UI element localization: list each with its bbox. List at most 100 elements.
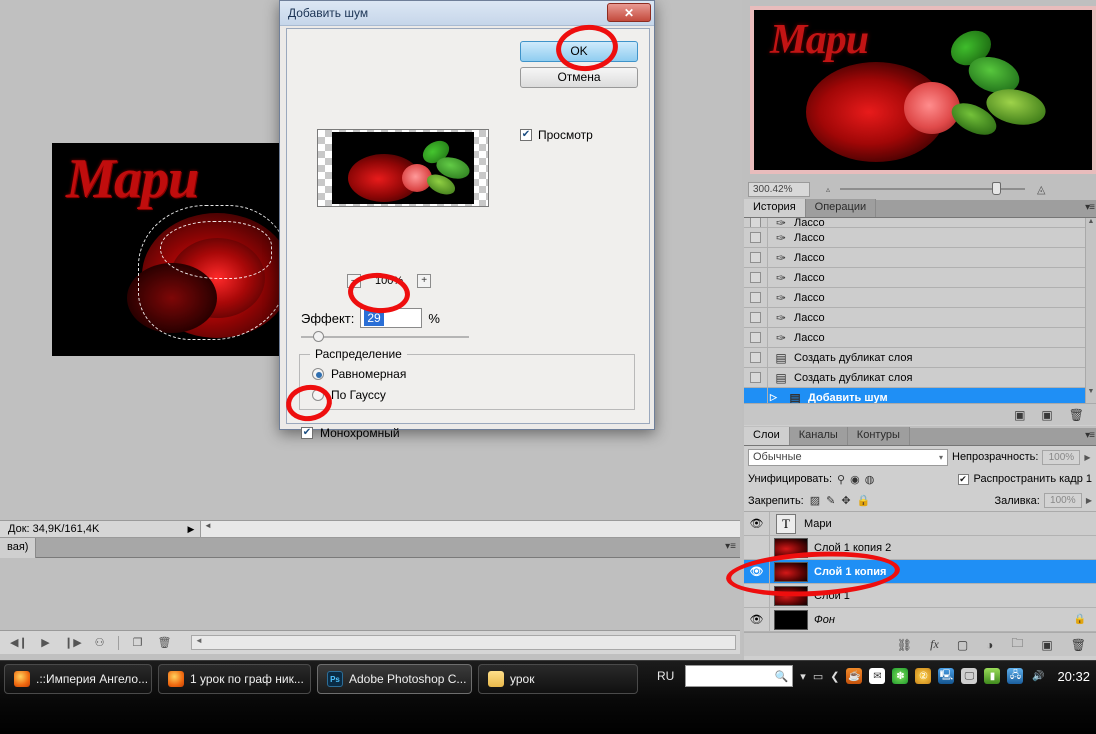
layer-row[interactable]: Слой 1 (744, 583, 1096, 608)
link-icon[interactable]: ⛓ (897, 638, 912, 652)
fill-value[interactable]: 100% (1043, 493, 1082, 508)
history-snapshot-toggle[interactable] (744, 218, 768, 227)
lock-image-icon[interactable]: ✎ (826, 494, 835, 507)
chevron-down-icon[interactable]: ▾ (939, 453, 943, 462)
opacity-stepper-icon[interactable]: ▶ (1084, 453, 1090, 462)
create-snapshot-icon[interactable]: ▣ (1041, 408, 1052, 422)
history-row[interactable]: ✑ Лассо (744, 307, 1096, 328)
history-snapshot-toggle[interactable] (744, 387, 768, 403)
unify-position-icon[interactable]: ⚲ (837, 473, 845, 486)
search-input[interactable]: 🔍 (685, 665, 794, 687)
tray-expand-icon[interactable]: ❮ (830, 670, 839, 683)
monochrome-row[interactable]: ✔ Монохромный (301, 426, 400, 440)
taskbar-button-folder[interactable]: урок (478, 664, 638, 694)
play-icon[interactable]: ▶ (37, 636, 54, 649)
taskbar-button-firefox-1[interactable]: .::Империя Ангело... (4, 664, 152, 694)
tab-layers[interactable]: Слои (744, 427, 790, 445)
history-row-selected[interactable]: ▷ ▤ Добавить шум (744, 387, 1096, 403)
navigator-zoom-knob[interactable] (992, 182, 1002, 195)
layer-row[interactable]: Слой 1 копия 2 (744, 535, 1096, 560)
new-layer-icon[interactable]: ▣ (1041, 638, 1052, 652)
layer-visibility-icon[interactable] (744, 583, 770, 608)
history-snapshot-toggle[interactable] (744, 307, 768, 328)
scroll-up-icon[interactable]: ▲ (1086, 218, 1096, 230)
delete-icon[interactable]: 🗑 (1069, 408, 1084, 422)
history-snapshot-toggle[interactable] (744, 327, 768, 348)
lock-position-icon[interactable]: ✥ (841, 494, 850, 507)
scroll-down-icon[interactable]: ▼ (1086, 388, 1096, 400)
history-row[interactable]: ✑ Лассо (744, 267, 1096, 288)
remote-icon[interactable]: 🖳 (938, 668, 955, 684)
panel-tab-fragment[interactable]: вая) (0, 538, 37, 558)
delete-layer-icon[interactable]: 🗑 (1071, 638, 1086, 652)
effect-input[interactable]: 29 (360, 308, 423, 328)
next-frame-icon[interactable]: ❙▶ (64, 636, 82, 649)
tab-history[interactable]: История (744, 199, 806, 217)
history-snapshot-toggle[interactable] (744, 367, 768, 388)
history-checkbox[interactable] (750, 252, 761, 263)
layer-row-selected[interactable]: 👁 Слой 1 копия (744, 559, 1096, 584)
fill-stepper-icon[interactable]: ▶ (1086, 496, 1092, 505)
ok-button[interactable]: OK (520, 41, 638, 62)
layer-visibility-icon[interactable] (744, 535, 770, 560)
layer-visibility-icon[interactable]: 👁 (744, 559, 770, 584)
navigator-zoom-slider[interactable] (840, 182, 1026, 195)
zoom-in-button[interactable]: + (417, 274, 432, 288)
history-snapshot-toggle[interactable] (744, 347, 768, 368)
blend-mode-select[interactable]: Обычные ▾ (748, 448, 948, 466)
close-icon[interactable]: ✕ (607, 3, 651, 22)
volume-icon[interactable]: 🔊 (1030, 668, 1046, 684)
history-checkbox[interactable] (750, 292, 761, 303)
layer-visibility-icon[interactable]: 👁 (744, 607, 770, 632)
radio-uniform-row[interactable]: Равномерная (312, 367, 406, 381)
opacity-value[interactable]: 100% (1042, 449, 1081, 465)
propagate-checkbox[interactable]: ✔ (957, 473, 969, 485)
layers-panel-menu-icon[interactable]: ▾≡ (1085, 430, 1095, 441)
history-snapshot-toggle[interactable] (744, 247, 768, 268)
tab-paths[interactable]: Контуры (847, 427, 910, 445)
group-icon[interactable]: 🗀 (1011, 634, 1023, 655)
tray-window-icon[interactable]: ▭ (813, 670, 823, 683)
document-canvas[interactable]: Мари (52, 143, 284, 356)
unify-visibility-icon[interactable]: ◉ (850, 473, 860, 486)
history-state-list[interactable]: ✑ Лассо ✑ Лассо ✑ Лассо ✑ Лассо ✑ Лассо … (744, 218, 1096, 403)
layer-visibility-icon[interactable]: 👁 (744, 512, 770, 536)
tab-actions[interactable]: Операции (805, 199, 877, 217)
zoom-out-icon[interactable]: ▵ (826, 185, 830, 194)
java-icon[interactable]: ☕ (846, 668, 863, 684)
cancel-button[interactable]: Отмена (520, 67, 638, 88)
fx-icon[interactable]: fx (930, 637, 939, 652)
history-row[interactable]: ✑ Лассо (744, 247, 1096, 268)
history-row[interactable]: ✑ Лассо (744, 227, 1096, 248)
taskbar-button-photoshop[interactable]: Ps Adobe Photoshop C... (317, 664, 472, 694)
history-scrollbar[interactable]: ▲ ▼ (1085, 218, 1096, 403)
noise-preview-thumbnail[interactable] (317, 129, 489, 207)
history-row[interactable]: ▤ Создать дубликат слоя (744, 347, 1096, 368)
animation-scrollbar[interactable]: ◄ (191, 635, 736, 650)
adjustment-icon[interactable]: ◑ (986, 638, 993, 652)
history-snapshot-toggle[interactable] (744, 227, 768, 248)
effect-slider[interactable] (301, 331, 469, 342)
history-checkbox[interactable] (750, 218, 761, 227)
search-icon[interactable]: 🔍 (775, 670, 789, 683)
monitor-icon[interactable]: 🖵 (961, 668, 978, 684)
previous-frame-icon[interactable]: ◀❙ (10, 636, 28, 649)
lock-transparency-icon[interactable]: ▨ (810, 494, 820, 507)
radio-gaussian-row[interactable]: По Гауссу (312, 388, 386, 402)
unify-style-icon[interactable]: ◍ (865, 473, 875, 486)
language-indicator[interactable]: RU (657, 669, 674, 683)
history-checkbox[interactable] (750, 232, 761, 243)
history-checkbox[interactable] (750, 372, 761, 383)
monochrome-checkbox[interactable]: ✔ (301, 427, 313, 439)
history-row[interactable]: ✑ Лассо (744, 218, 1096, 228)
preview-checkbox-row[interactable]: ✔ Просмотр (520, 128, 593, 142)
clover-icon[interactable]: ✽ (892, 668, 909, 684)
delete-frame-icon[interactable]: 🗑 (156, 636, 173, 649)
dialog-title-bar[interactable]: Добавить шум ✕ (280, 1, 654, 26)
history-row[interactable]: ✑ Лассо (744, 327, 1096, 348)
opera-icon[interactable]: ② (915, 668, 932, 684)
mail-icon[interactable]: ✉ (869, 668, 886, 684)
navigator-zoom-value[interactable]: 300.42% (748, 181, 810, 197)
layer-list[interactable]: 👁 T Мари Слой 1 копия 2 👁 Слой 1 копия С… (744, 512, 1096, 632)
taskbar-button-firefox-2[interactable]: 1 урок по граф ник... (158, 664, 311, 694)
